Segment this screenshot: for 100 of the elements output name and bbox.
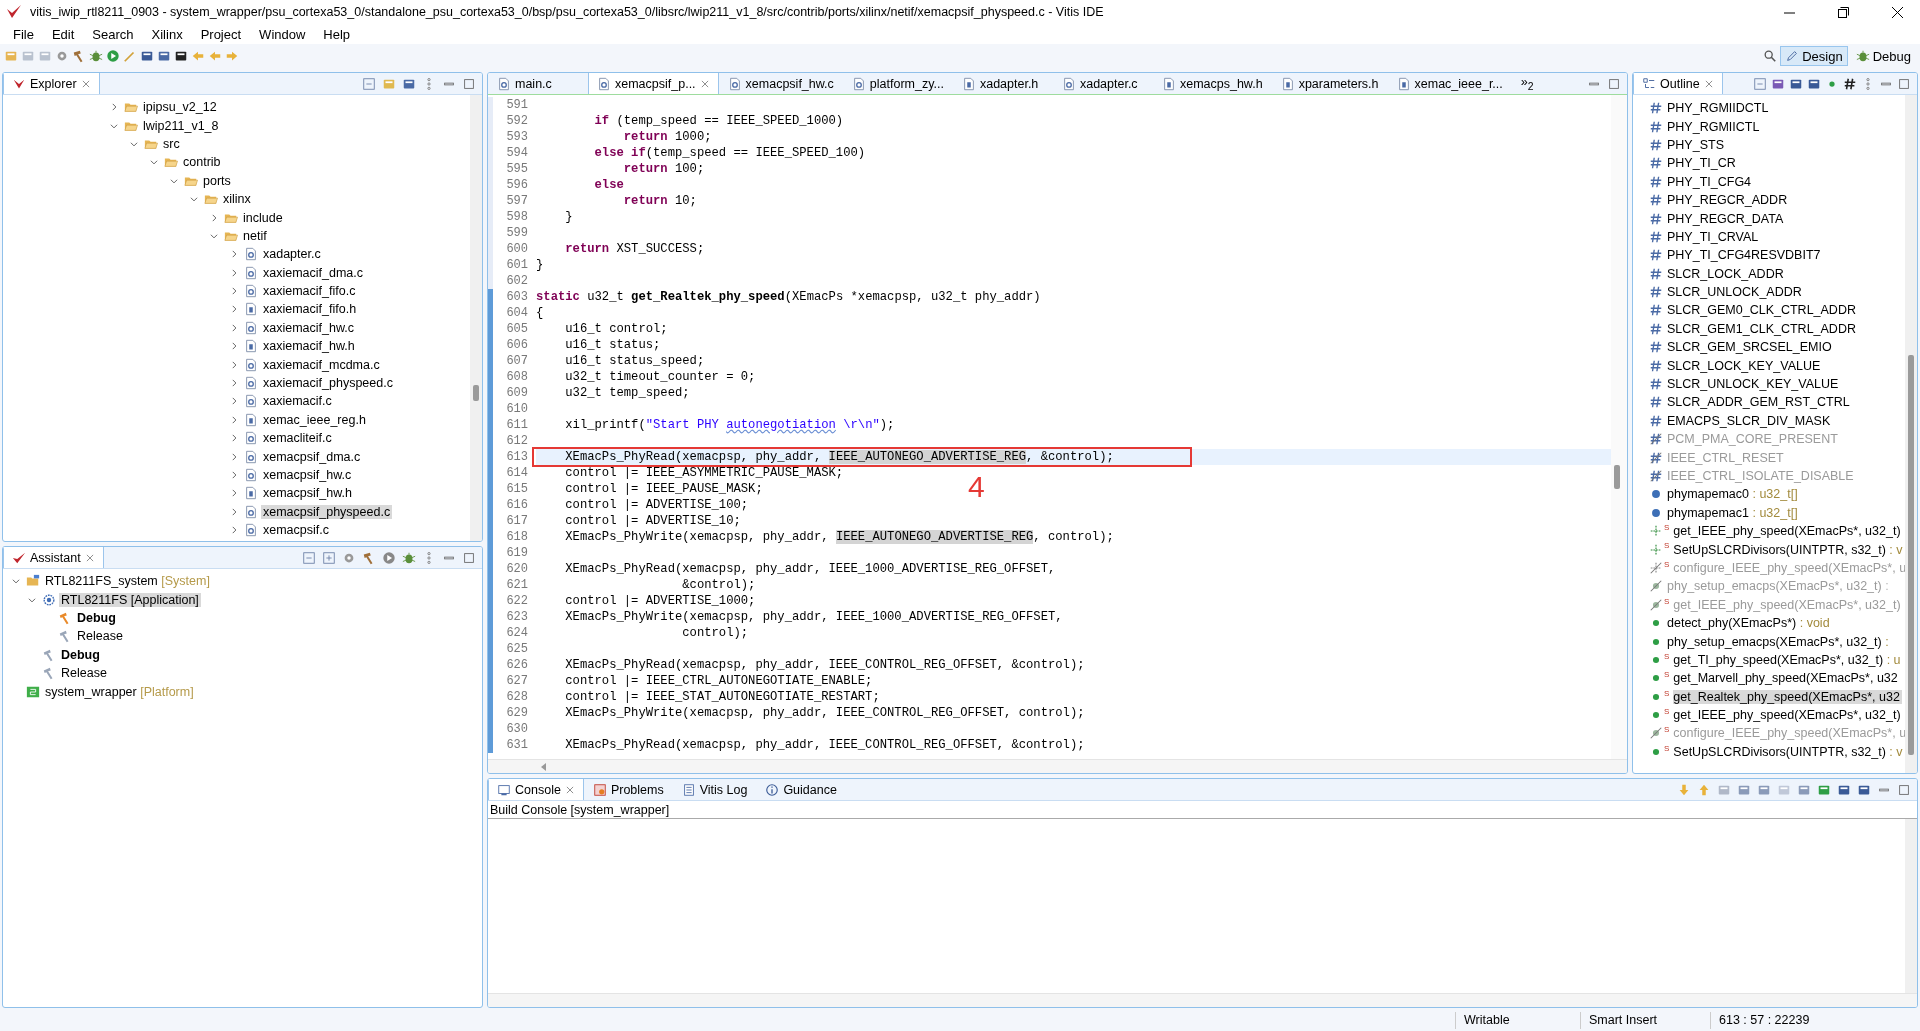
outline-item[interactable]: EMACPS_SLCR_DIV_MASK <box>1667 413 1833 428</box>
outline-item[interactable]: PHY_STS <box>1667 137 1726 152</box>
outline-item[interactable]: SetUpSLCRDivisors(UINTPTR, s32_t) : v <box>1673 744 1905 759</box>
outline-item[interactable]: SLCR_LOCK_KEY_VALUE <box>1667 358 1823 373</box>
tree-item[interactable]: xemacpsif_dma.c <box>261 449 363 464</box>
menu-item[interactable]: Project <box>191 26 251 42</box>
view-tab[interactable]: Vitis Log <box>672 779 757 800</box>
tree-item[interactable]: Debug <box>59 647 102 662</box>
outline-item[interactable]: PHY_TI_CR <box>1667 156 1738 171</box>
chevron-right-icon[interactable] <box>229 359 239 370</box>
tree-item[interactable]: xaxiemacif_mcdma.c <box>261 357 382 372</box>
outline-item[interactable]: SLCR_LOCK_ADDR <box>1667 266 1786 281</box>
outline-item[interactable]: get_TI_phy_speed(XEmacPs*, u32_t) : u <box>1673 652 1903 667</box>
editor-tab[interactable]: platform_zy... <box>842 73 953 94</box>
more-tabs-button[interactable]: »$_{2}$ <box>1511 73 1543 94</box>
chevron-right-icon[interactable] <box>209 212 219 223</box>
outline-item[interactable]: PHY_RGMIICTL <box>1667 119 1762 134</box>
editor-tab[interactable]: xadapter.c <box>1052 73 1153 94</box>
run-icon[interactable] <box>382 550 396 565</box>
outline-item[interactable]: PHY_REGCR_DATA <box>1667 211 1786 226</box>
tree-item[interactable]: RTL8211FS [Application] <box>59 592 201 607</box>
tree-item[interactable]: Debug <box>75 610 118 625</box>
editor-tab[interactable]: xparameters.h <box>1271 73 1388 94</box>
outline-item[interactable]: get_IEEE_phy_speed(XEmacPs*, u32_t) <box>1673 708 1903 723</box>
tree-item[interactable]: Release <box>75 629 125 644</box>
editor-tab[interactable]: main.c <box>488 73 588 94</box>
tree-item[interactable]: xaxiemacif_fifo.h <box>261 302 359 317</box>
collapse-all-icon[interactable] <box>1753 76 1767 91</box>
chevron-right-icon[interactable] <box>229 322 239 333</box>
chevron-right-icon[interactable] <box>229 267 239 278</box>
tree-item[interactable]: xaxiemacif_hw.c <box>261 320 356 335</box>
tree-item[interactable]: xaxiemacif_fifo.c <box>261 284 358 299</box>
chevron-right-icon[interactable] <box>229 396 239 407</box>
chevron-right-icon[interactable] <box>229 488 239 499</box>
tree-item[interactable]: xilinx <box>221 192 253 207</box>
bug-icon[interactable] <box>89 49 103 63</box>
editor-tab[interactable]: xemacps_hw.h <box>1152 73 1272 94</box>
chevron-right-icon[interactable] <box>109 102 119 113</box>
outline-item[interactable]: phymapemac1 : u32_t[] <box>1667 505 1800 520</box>
gear-icon[interactable] <box>55 49 69 63</box>
editor-tab[interactable]: xemac_ieee_r... <box>1387 73 1512 94</box>
chevron-right-icon[interactable] <box>229 286 239 297</box>
outline-item[interactable]: detect_phy(XEmacPs*) : void <box>1667 616 1832 631</box>
editor-tab[interactable]: xemacpsif_p... <box>588 73 719 94</box>
tree-item[interactable]: Release <box>59 666 109 681</box>
outline-item[interactable]: SLCR_GEM0_CLK_CTRL_ADDR <box>1667 303 1858 318</box>
bug-icon[interactable] <box>1855 49 1870 63</box>
outline-item[interactable]: get_Realtek_phy_speed(XEmacPs*, u32 <box>1673 689 1902 704</box>
outline-item[interactable]: SetUpSLCRDivisors(UINTPTR, s32_t) : v <box>1673 542 1905 557</box>
view-tab[interactable]: Explorer <box>3 73 100 94</box>
outline-item[interactable]: PHY_REGCR_ADDR <box>1667 193 1790 208</box>
tree-item[interactable]: xemac_ieee_reg.h <box>261 412 368 427</box>
scrollbar[interactable] <box>488 759 1627 773</box>
outline-item[interactable]: phymapemac0 : u32_t[] <box>1667 487 1800 502</box>
bug-icon[interactable] <box>402 550 416 565</box>
restore-icon[interactable] <box>1837 6 1849 18</box>
outline-item[interactable]: phy_setup_emacps(XEmacPs*, u32_t) : <box>1667 634 1891 649</box>
editor-tab[interactable]: xemacpsif_hw.c <box>718 73 843 94</box>
chevron-right-icon[interactable] <box>229 451 239 462</box>
scrollbar[interactable] <box>488 993 1917 1007</box>
chevron-right-icon[interactable] <box>229 249 239 260</box>
maximize-icon[interactable] <box>1607 76 1621 91</box>
outline-item[interactable]: get_Marvell_phy_speed(XEmacPs*, u32 <box>1673 671 1900 686</box>
perspective-button[interactable]: Design <box>1780 46 1848 66</box>
tree-item[interactable]: netif <box>241 228 269 243</box>
maximize-icon[interactable] <box>1897 76 1911 91</box>
menu-item[interactable]: File <box>4 26 43 42</box>
menu-item[interactable]: Edit <box>42 26 84 42</box>
search-icon[interactable] <box>1763 49 1778 63</box>
tree-item[interactable]: ipipsu_v2_12 <box>141 100 219 115</box>
view-tab[interactable]: Outline <box>1633 73 1723 94</box>
maximize-icon[interactable] <box>462 76 476 91</box>
tree-item[interactable]: include <box>241 210 285 225</box>
tree-item[interactable]: contrib <box>181 155 223 170</box>
outline-item[interactable]: SLCR_UNLOCK_KEY_VALUE <box>1667 377 1841 392</box>
view-tab[interactable]: Assistant <box>3 547 104 568</box>
perspective-button[interactable]: Debug <box>1850 46 1916 66</box>
outline-item[interactable]: get_IEEE_phy_speed(XEmacPs*, u32_t) <box>1673 524 1903 539</box>
scrollbar[interactable] <box>1905 95 1917 773</box>
chevron-right-icon[interactable] <box>229 414 239 425</box>
chevron-right-icon[interactable] <box>229 341 239 352</box>
tree-item[interactable]: xaxiemacif.c <box>261 394 334 409</box>
menu-item[interactable]: Help <box>314 26 360 42</box>
tree-item[interactable]: xaxiemacif_physpeed.c <box>261 376 395 391</box>
tree-item[interactable]: xemacpsif_hw.c <box>261 468 354 482</box>
tree-item[interactable]: xemacliteif.c <box>261 431 334 446</box>
editor-tab[interactable]: xadapter.h <box>952 73 1053 94</box>
tree-item[interactable]: xaxiemacif_dma.c <box>261 265 366 280</box>
scrollbar-thumb[interactable] <box>1614 465 1620 489</box>
view-tab[interactable]: Console <box>488 779 584 800</box>
chevron-right-icon[interactable] <box>229 433 239 444</box>
maximize-icon[interactable] <box>1897 782 1911 797</box>
tree-item[interactable]: RTL8211FS_system [System] <box>43 574 212 589</box>
outline-item[interactable]: PHY_TI_CFG4RESVDBIT7 <box>1667 248 1823 263</box>
run-icon[interactable] <box>106 49 120 63</box>
expand-all-icon[interactable] <box>322 550 336 565</box>
tree-item[interactable]: ports <box>201 173 233 188</box>
menu-item[interactable]: Window <box>250 26 315 42</box>
tree-item[interactable]: xemacpsif_hw.h <box>261 486 354 501</box>
tree-item[interactable]: lwip211_v1_8 <box>141 118 221 133</box>
